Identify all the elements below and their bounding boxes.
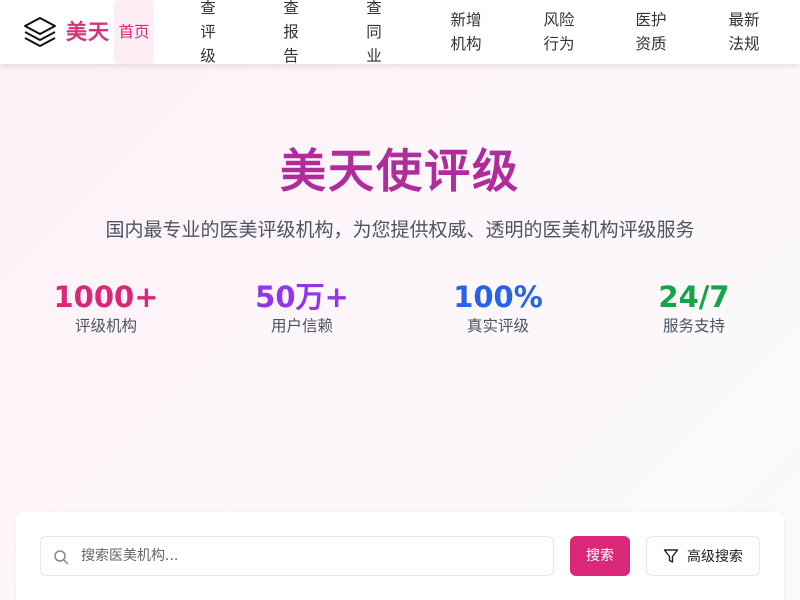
nav-check-report-label: 查报告 <box>283 0 299 65</box>
search-box[interactable] <box>40 536 554 576</box>
search-card: 搜索 高级搜索 <box>16 512 784 600</box>
nav-home[interactable]: 首页 <box>114 0 154 64</box>
stat-label: 用户信赖 <box>270 317 333 335</box>
stat-label: 评级机构 <box>74 317 137 335</box>
hero-subtitle: 国内最专业的医美评级机构，为您提供权威、透明的医美机构评级服务 <box>105 219 695 241</box>
nav-check-rating[interactable]: 查评级 <box>196 0 220 65</box>
nav-risk-behavior[interactable]: 风险行为 <box>539 0 579 64</box>
top-navbar: 美天 首页 查评级 查报告 查同业 新增机构 风险行为 医护资质 最新法规 <box>0 0 800 65</box>
nav-check-rating-label: 查评级 <box>200 0 216 65</box>
advanced-search-label: 高级搜索 <box>687 549 743 565</box>
stat-value: 24/7 <box>658 280 730 314</box>
layers-icon[interactable] <box>22 14 58 50</box>
logo-text[interactable]: 美天 <box>66 19 110 45</box>
stat-value: 100% <box>453 280 543 314</box>
stat-institutions: 1000+ 评级机构 <box>26 278 186 337</box>
nav-risk-behavior-label: 风险行为 <box>543 11 575 53</box>
advanced-search-button[interactable]: 高级搜索 <box>646 536 760 576</box>
stat-authentic: 100% 真实评级 <box>418 278 578 337</box>
filter-icon <box>663 549 679 563</box>
nav-check-peers-label: 查同业 <box>366 0 382 65</box>
hero-title: 美天使评级 <box>280 144 520 198</box>
search-input[interactable] <box>81 538 541 574</box>
nav-medical-qualification[interactable]: 医护资质 <box>631 0 671 64</box>
stat-support: 24/7 服务支持 <box>614 278 774 337</box>
nav-latest-regulations[interactable]: 最新法规 <box>724 0 764 64</box>
nav-check-report[interactable]: 查报告 <box>279 0 303 65</box>
nav-home-label: 首页 <box>118 23 150 41</box>
nav-latest-regulations-label: 最新法规 <box>728 11 760 53</box>
search-button[interactable]: 搜索 <box>570 536 630 576</box>
stat-label: 真实评级 <box>466 317 529 335</box>
stat-users: 50万+ 用户信赖 <box>222 278 382 337</box>
stat-label: 服务支持 <box>662 317 725 335</box>
stat-value: 1000+ <box>53 280 159 314</box>
nav-new-institutions-label: 新增机构 <box>450 11 482 53</box>
search-icon <box>54 550 69 565</box>
stat-value: 50万+ <box>255 280 349 314</box>
nav-medical-qualification-label: 医护资质 <box>635 11 667 53</box>
nav-check-peers[interactable]: 查同业 <box>362 0 386 65</box>
nav-new-institutions[interactable]: 新增机构 <box>446 0 486 64</box>
